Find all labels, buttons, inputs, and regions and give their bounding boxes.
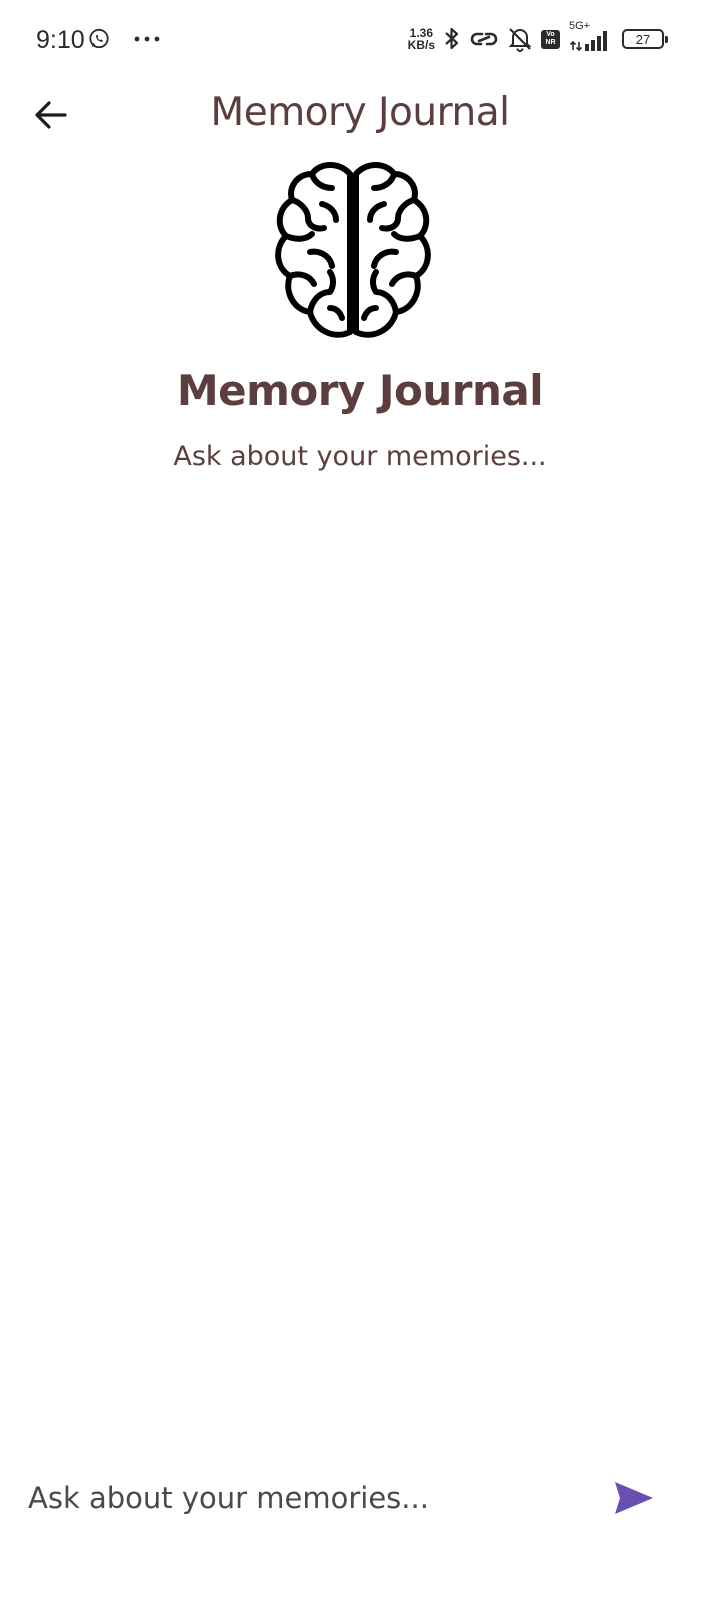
message-input[interactable] (28, 1472, 588, 1524)
battery-icon: 27 (622, 29, 668, 49)
hero-subtitle: Ask about your memories... (173, 441, 547, 472)
bluetooth-icon (445, 27, 459, 50)
app-bar: Memory Journal (0, 84, 720, 144)
mute-bell-icon (508, 28, 532, 52)
message-input-bar (0, 1460, 720, 1540)
network-speed: 1.36 KB/s (408, 27, 435, 51)
more-notifications-icon (134, 36, 160, 42)
status-bar: 9:10 1.36 KB/s Vo NR 5G+ 27 (0, 0, 720, 84)
app-bar-title: Memory Journal (210, 90, 510, 135)
whatsapp-icon (89, 28, 109, 49)
send-icon (615, 1482, 653, 1514)
vonr-icon: Vo NR (541, 29, 560, 49)
link-icon (470, 32, 498, 46)
cellular-signal: 5G+ (569, 20, 613, 52)
status-left-icons (88, 28, 160, 50)
status-time: 9:10 (36, 26, 85, 54)
battery-level: 27 (635, 31, 651, 47)
vonr-top-text: Vo (546, 31, 555, 38)
memory-journal-screen: 9:10 1.36 KB/s Vo NR 5G+ 27 Memory Journ… (0, 0, 720, 1600)
hero-title: Memory Journal (176, 366, 544, 415)
send-button[interactable] (608, 1474, 660, 1522)
status-right-icons: 1.36 KB/s Vo NR 5G+ 27 (408, 20, 668, 52)
network-speed-unit: KB/s (407, 38, 435, 52)
signal-bars-icon (569, 31, 607, 52)
vonr-bottom-text: NR (545, 39, 556, 46)
brain-icon (275, 162, 431, 338)
